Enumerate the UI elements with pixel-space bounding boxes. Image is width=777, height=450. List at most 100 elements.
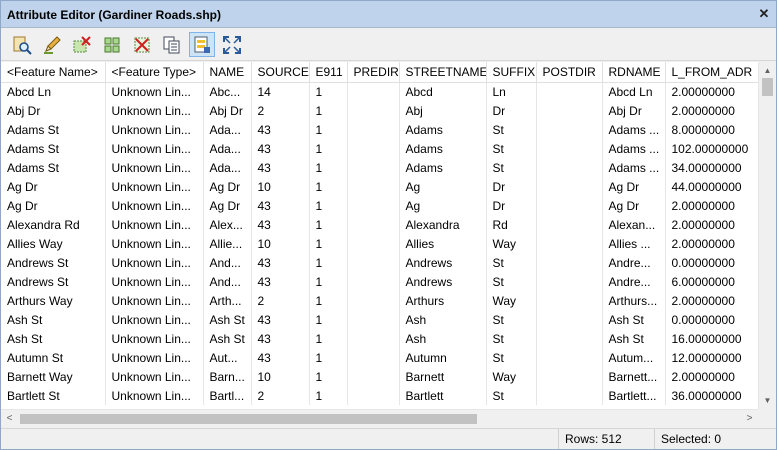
table-cell[interactable]: Unknown Lin... xyxy=(105,101,204,120)
table-cell[interactable]: Abcd xyxy=(399,82,487,101)
scroll-down-icon[interactable]: ▼ xyxy=(759,392,776,409)
table-cell[interactable]: 43 xyxy=(251,272,310,291)
show-selected-button[interactable] xyxy=(189,32,215,57)
table-cell[interactable]: Bartlett xyxy=(399,386,487,405)
attribute-table[interactable]: <Feature Name> <Feature Type> NAME SOURCE E9… xyxy=(1,62,758,409)
table-cell[interactable]: Unknown Lin... xyxy=(105,310,204,329)
table-cell[interactable]: Ada... xyxy=(203,139,252,158)
table-cell[interactable]: 2 xyxy=(251,386,310,405)
table-cell[interactable]: Unknown Lin... xyxy=(105,215,204,234)
table-row[interactable]: Adams St Unknown Lin... Ada... 43 1 Adams St Ad… xyxy=(1,139,758,158)
select-all-button[interactable] xyxy=(99,32,125,57)
table-cell[interactable] xyxy=(347,177,400,196)
table-cell[interactable]: 0.00000000 xyxy=(665,310,758,329)
table-cell[interactable]: Abj Dr xyxy=(602,101,666,120)
table-cell[interactable]: 43 xyxy=(251,215,310,234)
column-header[interactable]: <Feature Name> xyxy=(1,62,106,83)
table-cell[interactable]: Unknown Lin... xyxy=(105,348,204,367)
table-cell[interactable] xyxy=(536,291,603,310)
table-cell[interactable]: Dr xyxy=(486,196,537,215)
table-cell[interactable]: 43 xyxy=(251,158,310,177)
table-cell[interactable]: Barnett... xyxy=(602,367,666,386)
table-cell[interactable]: 1 xyxy=(309,139,348,158)
table-cell[interactable]: St xyxy=(486,329,537,348)
column-header[interactable]: SOURCE xyxy=(251,62,310,83)
table-row[interactable]: Adams St Unknown Lin... Ada... 43 1 Adams St Ad… xyxy=(1,158,758,177)
table-row[interactable]: Alexandra Rd Unknown Lin... Alex... 43 1 Alex… xyxy=(1,215,758,234)
table-cell[interactable]: 1 xyxy=(309,234,348,253)
table-row[interactable]: Adams St Unknown Lin... Ada... 43 1 Adams St Ad… xyxy=(1,120,758,139)
table-cell[interactable]: Unknown Lin... xyxy=(105,196,204,215)
table-cell[interactable]: 2 xyxy=(251,101,310,120)
table-cell[interactable]: Autumn xyxy=(399,348,487,367)
horizontal-scroll-thumb[interactable] xyxy=(20,414,477,424)
table-cell[interactable]: Autumn St xyxy=(1,348,106,367)
table-cell[interactable]: Unknown Lin... xyxy=(105,367,204,386)
table-cell[interactable]: Alex... xyxy=(203,215,252,234)
table-cell[interactable]: Andre... xyxy=(602,272,666,291)
table-cell[interactable]: Allies ... xyxy=(602,234,666,253)
vertical-scroll-thumb[interactable] xyxy=(762,78,773,96)
table-cell[interactable]: Allies Way xyxy=(1,234,106,253)
table-row[interactable]: Barnett Way Unknown Lin... Barn... 10 1 Barne… xyxy=(1,367,758,386)
column-header[interactable]: RDNAME xyxy=(602,62,666,83)
table-cell[interactable] xyxy=(347,196,400,215)
table-row[interactable]: Andrews St Unknown Lin... And... 43 1 Andrews… xyxy=(1,253,758,272)
table-cell[interactable]: 10 xyxy=(251,177,310,196)
table-cell[interactable]: 43 xyxy=(251,348,310,367)
table-cell[interactable]: 2.00000000 xyxy=(665,291,758,310)
table-cell[interactable] xyxy=(536,177,603,196)
table-row[interactable]: Andrews St Unknown Lin... And... 43 1 Andrews… xyxy=(1,272,758,291)
table-cell[interactable]: Allies xyxy=(399,234,487,253)
table-cell[interactable]: 2.00000000 xyxy=(665,367,758,386)
table-row[interactable]: Bartlett St Unknown Lin... Bartl... 2 1 Bartl… xyxy=(1,386,758,405)
table-cell[interactable]: 2.00000000 xyxy=(665,234,758,253)
close-button[interactable]: ✕ xyxy=(756,6,772,22)
table-cell[interactable]: Unknown Lin... xyxy=(105,120,204,139)
table-cell[interactable]: Abj xyxy=(399,101,487,120)
table-cell[interactable]: 14 xyxy=(251,82,310,101)
table-cell[interactable]: Andrews St xyxy=(1,253,106,272)
table-cell[interactable]: Alexan... xyxy=(602,215,666,234)
table-cell[interactable]: Ag Dr xyxy=(203,177,252,196)
table-cell[interactable]: St xyxy=(486,253,537,272)
table-cell[interactable]: 1 xyxy=(309,348,348,367)
table-cell[interactable]: And... xyxy=(203,253,252,272)
table-cell[interactable]: 6.00000000 xyxy=(665,272,758,291)
table-cell[interactable]: And... xyxy=(203,272,252,291)
table-cell[interactable]: Ag Dr xyxy=(1,177,106,196)
table-row[interactable]: Abj Dr Unknown Lin... Abj Dr 2 1 Abj Dr Abj Dr 2… xyxy=(1,101,758,120)
table-cell[interactable]: 34.00000000 xyxy=(665,158,758,177)
table-cell[interactable]: St xyxy=(486,310,537,329)
zoom-to-feature-button[interactable] xyxy=(9,32,35,57)
column-header[interactable]: NAME xyxy=(203,62,252,83)
title-bar[interactable]: Attribute Editor (Gardiner Roads.shp) ✕ xyxy=(1,1,776,28)
table-cell[interactable]: Unknown Lin... xyxy=(105,234,204,253)
table-cell[interactable]: 43 xyxy=(251,120,310,139)
table-cell[interactable]: 10 xyxy=(251,367,310,386)
table-cell[interactable] xyxy=(347,348,400,367)
column-header[interactable]: STREETNAME xyxy=(399,62,487,83)
table-cell[interactable]: Adams ... xyxy=(602,139,666,158)
table-cell[interactable]: Ash St xyxy=(602,310,666,329)
table-cell[interactable]: Way xyxy=(486,234,537,253)
table-cell[interactable]: Unknown Lin... xyxy=(105,386,204,405)
table-cell[interactable]: Ag Dr xyxy=(1,196,106,215)
table-cell[interactable] xyxy=(536,196,603,215)
zoom-to-selected-button[interactable] xyxy=(219,32,245,57)
table-cell[interactable]: 1 xyxy=(309,158,348,177)
table-cell[interactable]: Adams St xyxy=(1,158,106,177)
table-cell[interactable]: 2.00000000 xyxy=(665,82,758,101)
table-cell[interactable]: Arthurs... xyxy=(602,291,666,310)
table-cell[interactable]: Alexandra xyxy=(399,215,487,234)
table-cell[interactable]: 2.00000000 xyxy=(665,215,758,234)
table-cell[interactable]: 43 xyxy=(251,253,310,272)
table-cell[interactable]: Abc... xyxy=(203,82,252,101)
table-cell[interactable]: Andrews xyxy=(399,253,487,272)
table-cell[interactable] xyxy=(347,234,400,253)
table-cell[interactable]: St xyxy=(486,158,537,177)
table-cell[interactable]: Dr xyxy=(486,101,537,120)
table-cell[interactable]: Adams St xyxy=(1,139,106,158)
table-cell[interactable]: 36.00000000 xyxy=(665,386,758,405)
table-cell[interactable] xyxy=(347,310,400,329)
